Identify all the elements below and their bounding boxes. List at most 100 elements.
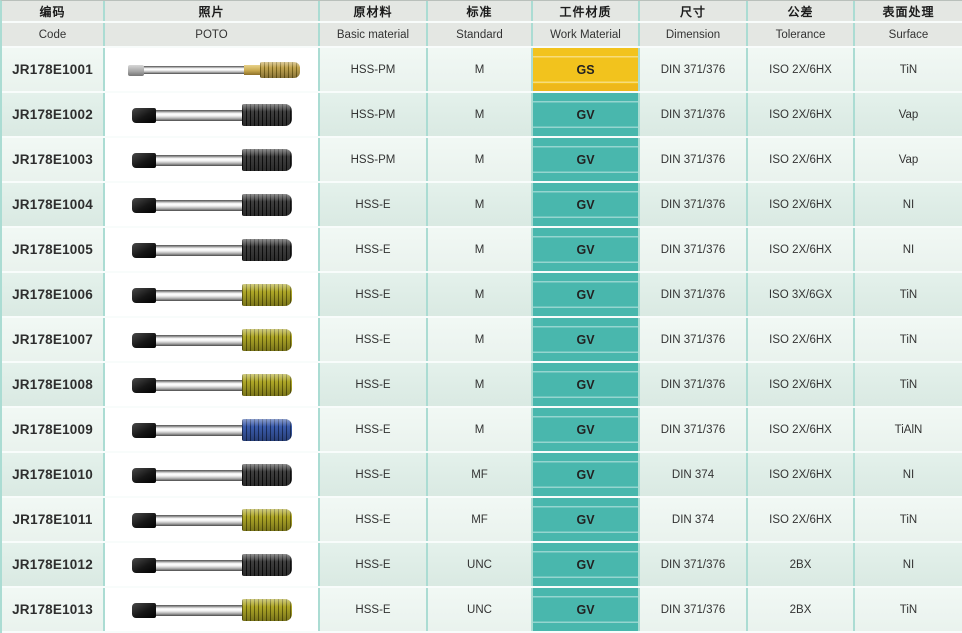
cell-dimension: DIN 371/376 (640, 363, 748, 406)
tap-square-end (132, 108, 156, 123)
cell-photo (105, 453, 320, 496)
cell-photo (105, 408, 320, 451)
cell-surface: NI (855, 228, 962, 271)
tap-photo (132, 145, 292, 175)
cell-surface: NI (855, 453, 962, 496)
cell-work-material: GV (533, 273, 640, 316)
cell-photo (105, 228, 320, 271)
tap-square-end (132, 378, 156, 393)
tap-square-end (132, 153, 156, 168)
cell-photo (105, 543, 320, 586)
tap-thread-tip (242, 194, 292, 216)
tap-photo (132, 235, 292, 265)
cell-work-material: GV (533, 93, 640, 136)
cell-basic-material: HSS-E (320, 543, 428, 586)
cell-standard: M (428, 138, 533, 181)
cell-basic-material: HSS-E (320, 408, 428, 451)
table-row: JR178E1003 HSS-PM M GV DIN 371/376 ISO 2… (2, 138, 962, 183)
cell-surface: NI (855, 543, 962, 586)
tap-shank (138, 66, 248, 75)
cell-standard: M (428, 93, 533, 136)
tap-square-end (132, 468, 156, 483)
cell-tolerance: ISO 3X/6GX (748, 273, 855, 316)
header-surface-zh: 表面处理 (855, 1, 962, 21)
tap-shank (149, 335, 245, 346)
tap-photo (124, 55, 300, 85)
cell-standard: M (428, 363, 533, 406)
cell-surface: TiN (855, 363, 962, 406)
cell-dimension: DIN 371/376 (640, 138, 748, 181)
tap-photo (132, 505, 292, 535)
cell-work-material: GV (533, 318, 640, 361)
work-material-badge: GV (533, 453, 638, 496)
table-row: JR178E1012 HSS-E UNC GV DIN 371/376 2BX … (2, 543, 962, 588)
cell-surface: TiN (855, 588, 962, 631)
tap-thread-tip (242, 329, 292, 351)
cell-tolerance: ISO 2X/6HX (748, 138, 855, 181)
cell-basic-material: HSS-E (320, 363, 428, 406)
tap-shank (149, 425, 245, 436)
table-row: JR178E1010 HSS-E MF GV DIN 374 ISO 2X/6H… (2, 453, 962, 498)
table-row: JR178E1001 HSS-PM M GS DIN 371/376 ISO 2… (2, 48, 962, 93)
cell-photo (105, 138, 320, 181)
cell-tolerance: 2BX (748, 543, 855, 586)
header-dimension-en: Dimension (640, 23, 748, 46)
tap-thread-tip (242, 374, 292, 396)
cell-photo (105, 183, 320, 226)
tap-thread-tip (242, 554, 292, 576)
tap-square-end (132, 603, 156, 618)
tap-square-end (132, 243, 156, 258)
cell-basic-material: HSS-E (320, 228, 428, 271)
cell-code: JR178E1011 (2, 498, 105, 541)
table-header-row-english: Code POTO Basic material Standard Work M… (2, 23, 962, 48)
tap-square-end (132, 288, 156, 303)
cell-standard: M (428, 183, 533, 226)
product-catalog-table: 编码 照片 原材料 标准 工件材质 尺寸 公差 表面处理 Code POTO B… (0, 0, 962, 633)
cell-photo (105, 363, 320, 406)
cell-dimension: DIN 371/376 (640, 273, 748, 316)
tap-thread-tip (242, 599, 292, 621)
cell-tolerance: ISO 2X/6HX (748, 318, 855, 361)
cell-basic-material: HSS-E (320, 273, 428, 316)
tap-square-end (132, 423, 156, 438)
tap-photo (132, 415, 292, 445)
header-basic-material-zh: 原材料 (320, 1, 428, 21)
cell-standard: M (428, 273, 533, 316)
tap-shank (149, 515, 245, 526)
tap-photo (132, 100, 292, 130)
table-row: JR178E1004 HSS-E M GV DIN 371/376 ISO 2X… (2, 183, 962, 228)
cell-standard: M (428, 318, 533, 361)
work-material-badge: GV (533, 183, 638, 226)
table-header-row-chinese: 编码 照片 原材料 标准 工件材质 尺寸 公差 表面处理 (2, 1, 962, 23)
cell-code: JR178E1005 (2, 228, 105, 271)
table-body: JR178E1001 HSS-PM M GS DIN 371/376 ISO 2… (2, 48, 962, 633)
cell-basic-material: HSS-E (320, 318, 428, 361)
header-work-material-zh: 工件材质 (533, 1, 640, 21)
tap-shank (149, 110, 245, 121)
header-surface-en: Surface (855, 23, 962, 46)
cell-basic-material: HSS-E (320, 183, 428, 226)
cell-tolerance: ISO 2X/6HX (748, 228, 855, 271)
cell-tolerance: ISO 2X/6HX (748, 453, 855, 496)
cell-photo (105, 48, 320, 91)
tap-photo (132, 460, 292, 490)
cell-work-material: GV (533, 453, 640, 496)
cell-standard: UNC (428, 588, 533, 631)
table-row: JR178E1008 HSS-E M GV DIN 371/376 ISO 2X… (2, 363, 962, 408)
work-material-badge: GV (533, 228, 638, 271)
work-material-badge: GV (533, 498, 638, 541)
cell-surface: TiN (855, 273, 962, 316)
cell-basic-material: HSS-E (320, 453, 428, 496)
cell-code: JR178E1008 (2, 363, 105, 406)
tap-photo (132, 595, 292, 625)
tap-square-end (132, 333, 156, 348)
cell-photo (105, 588, 320, 631)
cell-tolerance: ISO 2X/6HX (748, 408, 855, 451)
cell-basic-material: HSS-PM (320, 138, 428, 181)
header-photo-en: POTO (105, 23, 320, 46)
cell-work-material: GS (533, 48, 640, 91)
tap-photo (132, 280, 292, 310)
header-code-zh: 编码 (2, 1, 105, 21)
cell-work-material: GV (533, 363, 640, 406)
cell-tolerance: ISO 2X/6HX (748, 48, 855, 91)
